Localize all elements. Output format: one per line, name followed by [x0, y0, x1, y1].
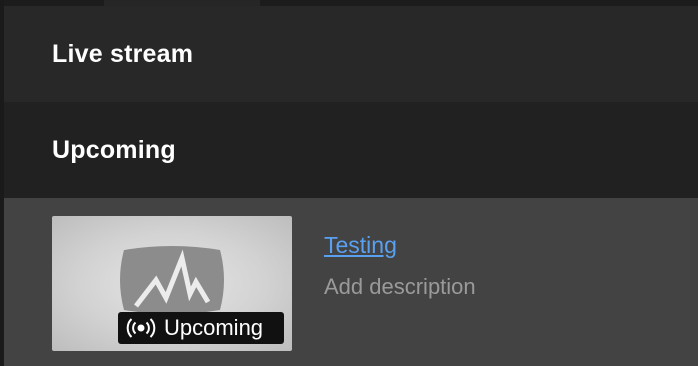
live-pulse-logo-icon: [120, 246, 224, 314]
add-description-text[interactable]: Add description: [324, 274, 476, 300]
upcoming-badge: Upcoming: [118, 312, 284, 344]
upcoming-heading: Upcoming: [52, 135, 176, 164]
broadcast-icon: [126, 318, 156, 338]
stream-title-link[interactable]: Testing: [324, 232, 397, 259]
upcoming-section: Upcoming: [4, 102, 698, 198]
live-stream-section: Live stream: [4, 6, 698, 102]
live-stream-heading: Live stream: [52, 39, 194, 68]
upcoming-stream-row: Upcoming Testing Add description: [4, 198, 698, 366]
stream-thumbnail[interactable]: Upcoming: [52, 216, 292, 351]
upcoming-badge-label: Upcoming: [164, 315, 264, 340]
